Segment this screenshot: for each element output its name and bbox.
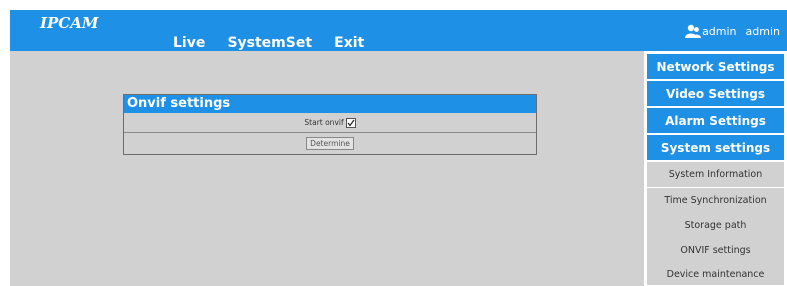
logo: IPCAM [40, 14, 99, 32]
user-area: admin admin [685, 24, 780, 38]
sidebar-item-storage-path[interactable]: Storage path [647, 213, 784, 238]
user-icon [685, 24, 702, 38]
panel-title: Onvif settings [124, 95, 536, 113]
sidebar-item-device-maintenance[interactable]: Device maintenance [647, 263, 784, 285]
sidebar-item-alarm-settings[interactable]: Alarm Settings [647, 108, 784, 133]
sidebar: Network Settings Video Settings Alarm Se… [644, 51, 787, 286]
onvif-settings-panel: Onvif settings Start onvif Determine [123, 94, 537, 155]
check-icon [347, 119, 355, 126]
sidebar-item-network-settings[interactable]: Network Settings [647, 54, 784, 79]
nav-live[interactable]: Live [173, 35, 205, 51]
user-label: admin [702, 25, 737, 38]
nav-systemset[interactable]: SystemSet [227, 35, 312, 51]
sidebar-item-time-synchronization[interactable]: Time Synchronization [647, 188, 784, 213]
start-onvif-label: Start onvif [304, 118, 344, 127]
content-area: Onvif settings Start onvif Determine [10, 51, 644, 286]
main-nav: Live SystemSet Exit [173, 32, 381, 51]
sidebar-item-video-settings[interactable]: Video Settings [647, 81, 784, 106]
start-onvif-checkbox[interactable] [345, 117, 356, 128]
sidebar-item-system-settings[interactable]: System settings [647, 135, 784, 160]
sidebar-item-system-information[interactable]: System Information [647, 162, 784, 187]
start-onvif-row: Start onvif [124, 113, 536, 133]
sidebar-item-onvif-settings[interactable]: ONVIF settings [647, 238, 784, 263]
nav-exit[interactable]: Exit [334, 35, 364, 51]
determine-row: Determine [124, 133, 536, 154]
user-name[interactable]: admin [746, 25, 780, 38]
top-header: IPCAM Live SystemSet Exit admin admin [10, 10, 787, 51]
determine-button[interactable]: Determine [306, 137, 354, 150]
